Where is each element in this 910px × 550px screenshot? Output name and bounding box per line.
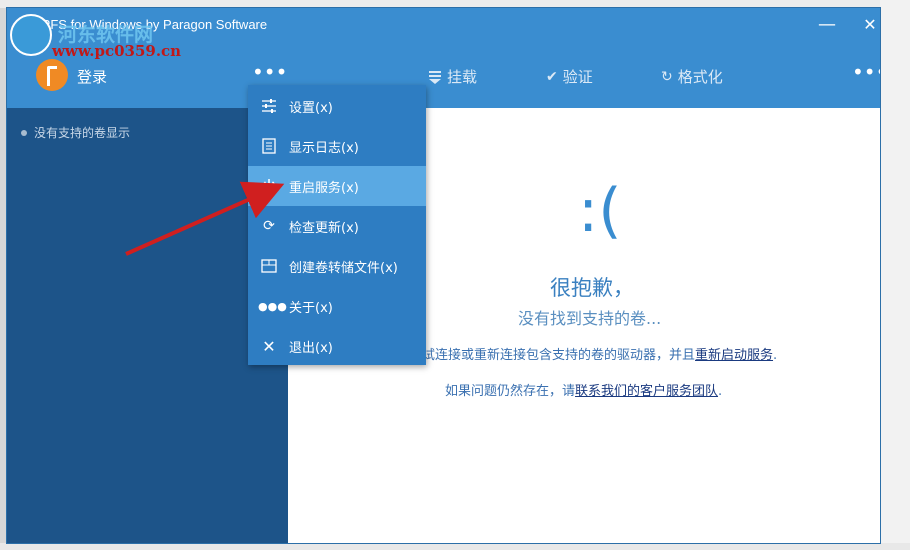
contact-hint-suffix: . (718, 384, 723, 399)
refresh-icon: ⟳ (263, 218, 275, 234)
contact-hint-text: 如果问题仍然存在，请 (445, 384, 576, 399)
sad-face-icon: :( (578, 176, 622, 246)
desktop-background-right (880, 0, 910, 550)
menu-item-exit[interactable]: ✕ 退出(x) (248, 326, 426, 366)
dots-icon: ●●● (258, 299, 287, 313)
menu-item-about[interactable]: ●●● 关于(x) (248, 286, 426, 326)
dump-icon (261, 259, 277, 273)
menu-item-settings[interactable]: 设置(x) (248, 86, 426, 126)
desktop-background (0, 0, 910, 8)
app-window: APFS for Windows by Paragon Software — ✕… (7, 8, 880, 543)
mount-label: 挂载 (447, 68, 478, 86)
bullet-icon (21, 129, 27, 136)
watermark-logo-icon (10, 14, 52, 56)
menu-label-check-updates: 检查更新(x) (289, 220, 359, 236)
menu-label-exit: 退出(x) (289, 340, 333, 356)
site-watermark: 河东软件网 www.pc0359.cn (10, 14, 210, 64)
login-button[interactable]: 登录 (77, 66, 107, 87)
retry-hint-suffix: . (773, 348, 778, 363)
close-window-button[interactable]: ✕ (850, 10, 880, 40)
minimize-button[interactable]: — (807, 10, 847, 40)
log-icon (262, 138, 276, 154)
no-volume-message: 没有找到支持的卷... (518, 309, 662, 328)
sidebar-empty-message: 没有支持的卷显示 (21, 124, 130, 141)
menu-label-show-log: 显示日志(x) (289, 140, 359, 156)
retry-hint-text: 试连接或重新连接包含支持的卷的驱动器，并且 (422, 348, 696, 363)
menu-label-settings: 设置(x) (289, 100, 333, 116)
more-dropdown-menu: 设置(x) 显示日志(x) 重启服务(x) ⟳ 检查更新(x) 创建卷转储文件(… (248, 85, 426, 365)
menu-label-about: 关于(x) (289, 300, 333, 316)
menu-label-restart-service: 重启服务(x) (289, 180, 359, 196)
watermark-url: www.pc0359.cn (52, 42, 182, 60)
menu-item-restart-service[interactable]: 重启服务(x) (248, 166, 426, 206)
toolbar-more-button[interactable]: ••• (852, 62, 880, 86)
sidebar-empty-label: 没有支持的卷显示 (34, 126, 131, 140)
power-icon (262, 179, 276, 193)
desktop-background-bottom (0, 543, 910, 550)
more-menu-button[interactable]: ••• (252, 62, 287, 86)
menu-label-create-dump: 创建卷转储文件(x) (289, 260, 398, 276)
verify-label: 验证 (562, 68, 593, 86)
format-icon: ↻ (661, 68, 673, 85)
menu-item-show-log[interactable]: 显示日志(x) (248, 126, 426, 166)
contact-hint: 如果问题仍然存在，请联系我们的客户服务团队. (445, 380, 722, 399)
sliders-icon (262, 99, 276, 113)
format-label: 格式化 (677, 68, 723, 86)
restart-service-link[interactable]: 重新启动服务 (695, 348, 773, 363)
check-icon: ✔ (546, 68, 558, 85)
menu-item-create-dump[interactable]: 创建卷转储文件(x) (248, 246, 426, 286)
menu-item-check-updates[interactable]: ⟳ 检查更新(x) (248, 206, 426, 246)
volume-sidebar: 没有支持的卷显示 (7, 108, 288, 543)
mount-icon (429, 70, 441, 84)
close-icon: ✕ (262, 336, 276, 356)
contact-support-link[interactable]: 联系我们的客户服务团队 (575, 384, 718, 399)
retry-hint: 试连接或重新连接包含支持的卷的驱动器，并且重新启动服务. (422, 344, 777, 363)
sorry-heading: 很抱歉， (550, 276, 634, 300)
format-button[interactable]: ↻ 格式化 (661, 66, 723, 87)
verify-button[interactable]: ✔ 验证 (546, 66, 593, 87)
mount-button[interactable]: 挂载 (428, 66, 477, 87)
